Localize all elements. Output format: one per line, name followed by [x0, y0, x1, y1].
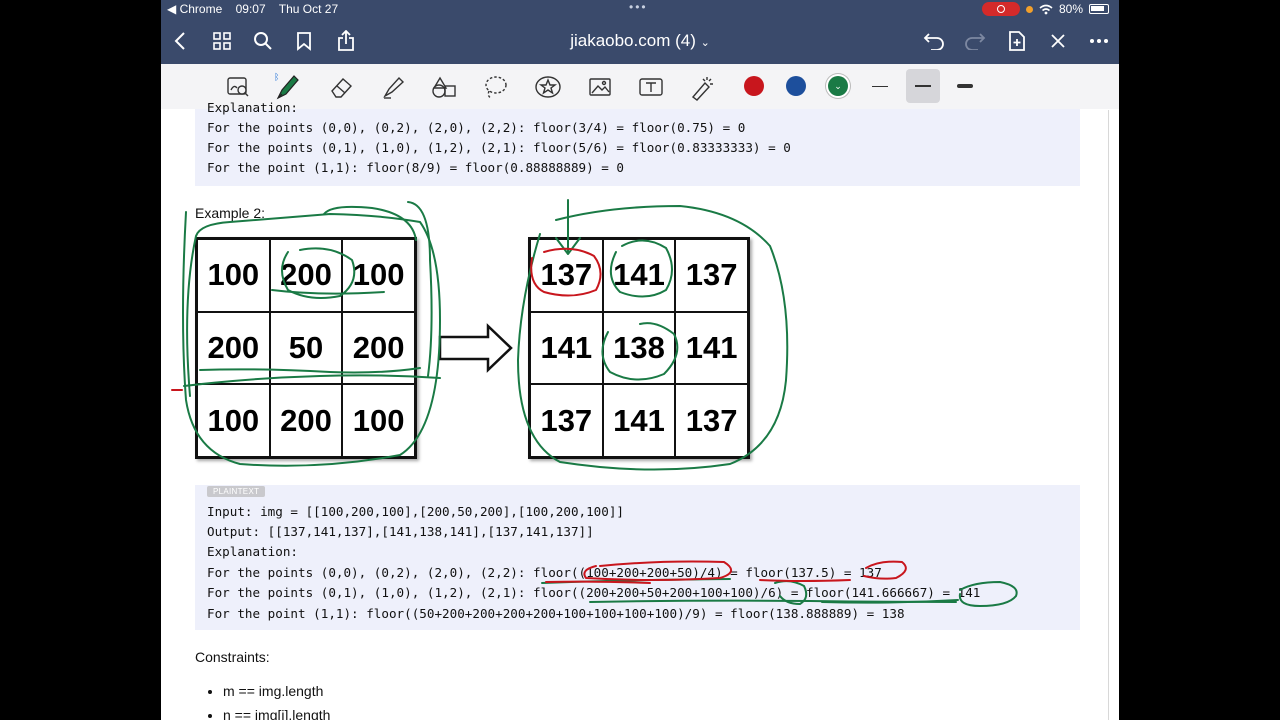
lasso-tool-button[interactable]	[481, 72, 511, 102]
wifi-icon	[1039, 4, 1053, 14]
input-grid-image: 100 200 100 200 50 200 100 200 100	[195, 237, 417, 459]
grid-cell: 137	[675, 384, 748, 457]
status-date: Thu Oct 27	[278, 2, 339, 16]
code-line: For the point (1,1): floor(8/9) = floor(…	[207, 160, 625, 175]
color-blue-swatch[interactable]	[786, 76, 806, 96]
example1-code-block: Explanation: For the points (0,0), (0,2)…	[195, 100, 1080, 186]
ipad-screen: ◀ Chrome 09:07 Thu Oct 27 ••• 80% jiakao…	[161, 0, 1119, 720]
grid-cell: 200	[269, 239, 343, 312]
battery-percent: 80%	[1058, 2, 1083, 16]
example2-code-block: PLAINTEXT Input: img = [[100,200,100],[2…	[195, 485, 1080, 630]
grid-cell: 200	[342, 311, 415, 385]
list-item: n == img[i].length	[223, 707, 330, 720]
grid-cell: 141	[602, 239, 676, 312]
mic-indicator-icon	[1025, 5, 1033, 13]
code-line: For the points (0,0), (0,2), (2,0), (2,2…	[207, 120, 746, 135]
medium-stroke-line	[915, 85, 931, 87]
undo-icon	[923, 33, 944, 50]
grid-cell: 138	[602, 311, 676, 385]
zoom-tool-button[interactable]	[223, 72, 253, 102]
grid-cell: 100	[342, 384, 415, 457]
thin-stroke-option[interactable]	[872, 86, 888, 87]
status-left: ◀ Chrome 09:07 Thu Oct 27	[167, 2, 348, 16]
top-nav-bar: jiakaobo.com (4) ⌄	[161, 18, 1119, 64]
code-line: Input: img = [[100,200,100],[200,50,200]…	[207, 504, 625, 519]
lasso-icon	[485, 76, 507, 99]
grid-cell: 200	[269, 384, 343, 457]
code-line: For the points (0,1), (1,0), (1,2), (2,1…	[207, 585, 981, 600]
image-icon	[589, 78, 611, 96]
laser-pointer-button[interactable]	[687, 72, 717, 102]
constraints-list: m == img.length n == img[i].length	[201, 683, 330, 720]
redo-button[interactable]	[962, 28, 988, 54]
grid-cell: 141	[675, 311, 748, 385]
right-arrow-icon	[438, 323, 513, 373]
thick-stroke-option[interactable]	[957, 84, 973, 88]
more-icon	[1090, 39, 1108, 43]
grid-cell: 200	[197, 311, 270, 385]
grid-cell: 141	[530, 311, 603, 385]
document-title-text: jiakaobo.com (4)	[570, 31, 696, 50]
code-line: Explanation:	[207, 544, 298, 559]
multitask-dots-icon[interactable]: •••	[629, 0, 648, 14]
code-language-tag: PLAINTEXT	[207, 486, 266, 497]
eraser-icon	[331, 78, 352, 98]
code-line: For the points (0,0), (0,2), (2,0), (2,2…	[207, 565, 882, 580]
grid-cell: 137	[530, 384, 603, 457]
battery-icon	[1089, 4, 1109, 14]
back-to-app-link[interactable]: ◀ Chrome	[167, 2, 222, 16]
annotation-toolbar: ᛒ ⌄	[161, 64, 1119, 110]
shapes-tool-button[interactable]	[429, 72, 459, 102]
close-tools-button[interactable]	[1045, 28, 1071, 54]
pen-icon: ᛒ	[274, 72, 299, 100]
svg-text:ᛒ: ᛒ	[274, 72, 279, 82]
laser-pointer-icon	[691, 77, 713, 101]
add-page-icon	[1009, 31, 1025, 51]
shapes-icon	[432, 76, 456, 98]
chevron-down-icon: ⌄	[700, 37, 710, 49]
constraints-heading: Constraints:	[195, 649, 270, 665]
sticker-tool-button[interactable]	[533, 72, 563, 102]
code-line: Output: [[137,141,137],[141,138,141],[13…	[207, 524, 594, 539]
code-line: For the point (1,1): floor((50+200+200+2…	[207, 606, 905, 621]
pen-tool-button[interactable]: ᛒ	[273, 72, 303, 102]
status-bar: ◀ Chrome 09:07 Thu Oct 27 ••• 80%	[161, 0, 1119, 18]
medium-stroke-option-selected[interactable]	[906, 69, 940, 103]
screen-recording-icon[interactable]	[981, 2, 1020, 16]
grid-cell: 137	[530, 239, 603, 312]
grid-cell: 100	[197, 384, 270, 457]
grid-cell: 100	[197, 239, 270, 312]
grid-cell: 100	[342, 239, 415, 312]
more-button[interactable]	[1086, 28, 1112, 54]
page-scrollbar[interactable]	[1108, 110, 1109, 720]
undo-button[interactable]	[921, 28, 947, 54]
status-time: 09:07	[235, 2, 266, 16]
status-right: 80%	[981, 2, 1109, 16]
grid-cell: 50	[269, 311, 343, 385]
document-page: Explanation: For the points (0,0), (0,2)…	[161, 100, 1119, 720]
example2-heading: Example 2:	[195, 205, 266, 221]
text-tool-button[interactable]	[636, 72, 666, 102]
color-red-swatch[interactable]	[744, 76, 764, 96]
zoom-window-icon	[227, 77, 249, 97]
grid-cell: 137	[675, 239, 748, 312]
image-tool-button[interactable]	[585, 72, 615, 102]
eraser-tool-button[interactable]	[327, 72, 357, 102]
code-line: Explanation:	[207, 100, 298, 115]
list-item: m == img.length	[223, 683, 330, 699]
output-grid-image: 137 141 137 141 138 141 137 141 137	[528, 237, 750, 459]
highlighter-icon	[383, 76, 405, 99]
star-sticker-icon	[535, 76, 561, 98]
color-green-swatch-selected[interactable]: ⌄	[828, 76, 848, 96]
text-box-icon	[639, 78, 663, 96]
close-icon	[1051, 34, 1065, 48]
grid-cell: 141	[602, 384, 676, 457]
add-page-button[interactable]	[1004, 28, 1030, 54]
redo-icon	[965, 33, 986, 50]
code-line: For the points (0,1), (1,0), (1,2), (2,1…	[207, 140, 791, 155]
highlighter-tool-button[interactable]	[379, 72, 409, 102]
